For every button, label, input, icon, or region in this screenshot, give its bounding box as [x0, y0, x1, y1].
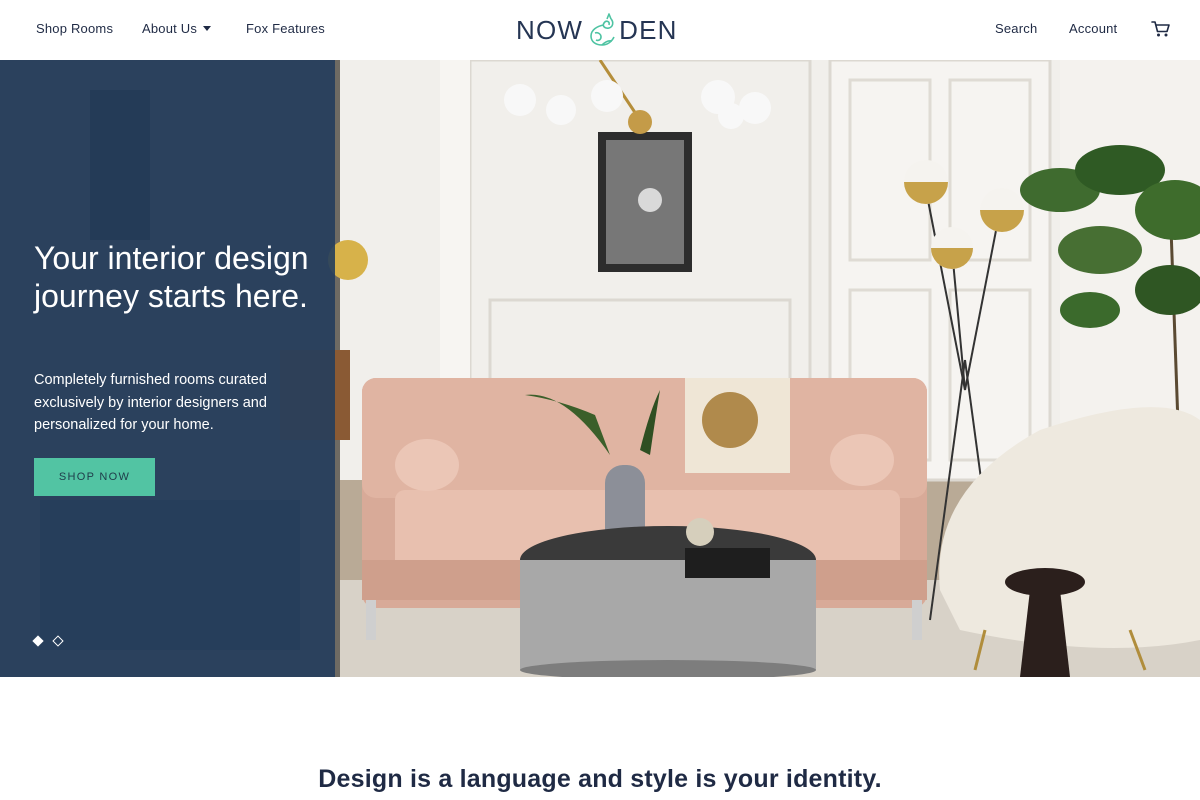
carousel-dot-active[interactable] — [32, 635, 44, 647]
hero-carousel: Your interior design journey starts here… — [0, 60, 1200, 677]
nav-about-us[interactable]: About Us — [142, 21, 212, 36]
nav-about-us-label: About Us — [142, 21, 198, 36]
brand-logo[interactable]: NOW DEN — [516, 12, 678, 48]
section-tagline: Design is a language and style is your i… — [318, 765, 882, 793]
hero-subtitle: Completely furnished rooms curated exclu… — [34, 372, 267, 433]
logo-text-left: NOW — [516, 14, 584, 45]
nav-search[interactable]: Search — [995, 21, 1037, 36]
nav-fox-features[interactable]: Fox Features — [246, 21, 325, 36]
nav-account[interactable]: Account — [1069, 21, 1117, 36]
chevron-down-icon — [203, 26, 212, 31]
hero-text-panel: Your interior design journey starts here… — [0, 60, 335, 677]
carousel-dot[interactable] — [52, 635, 64, 647]
logo-text-right: DEN — [619, 14, 678, 45]
hero-title: Your interior design journey starts here… — [34, 240, 309, 314]
shop-now-button[interactable]: SHOP NOW — [34, 458, 155, 496]
fox-ampersand-icon — [590, 13, 615, 46]
shopping-cart-icon[interactable] — [1151, 19, 1171, 39]
site-header: Shop Rooms About Us Fox Features NOW DEN… — [0, 0, 1200, 60]
nav-shop-rooms[interactable]: Shop Rooms — [36, 21, 113, 36]
